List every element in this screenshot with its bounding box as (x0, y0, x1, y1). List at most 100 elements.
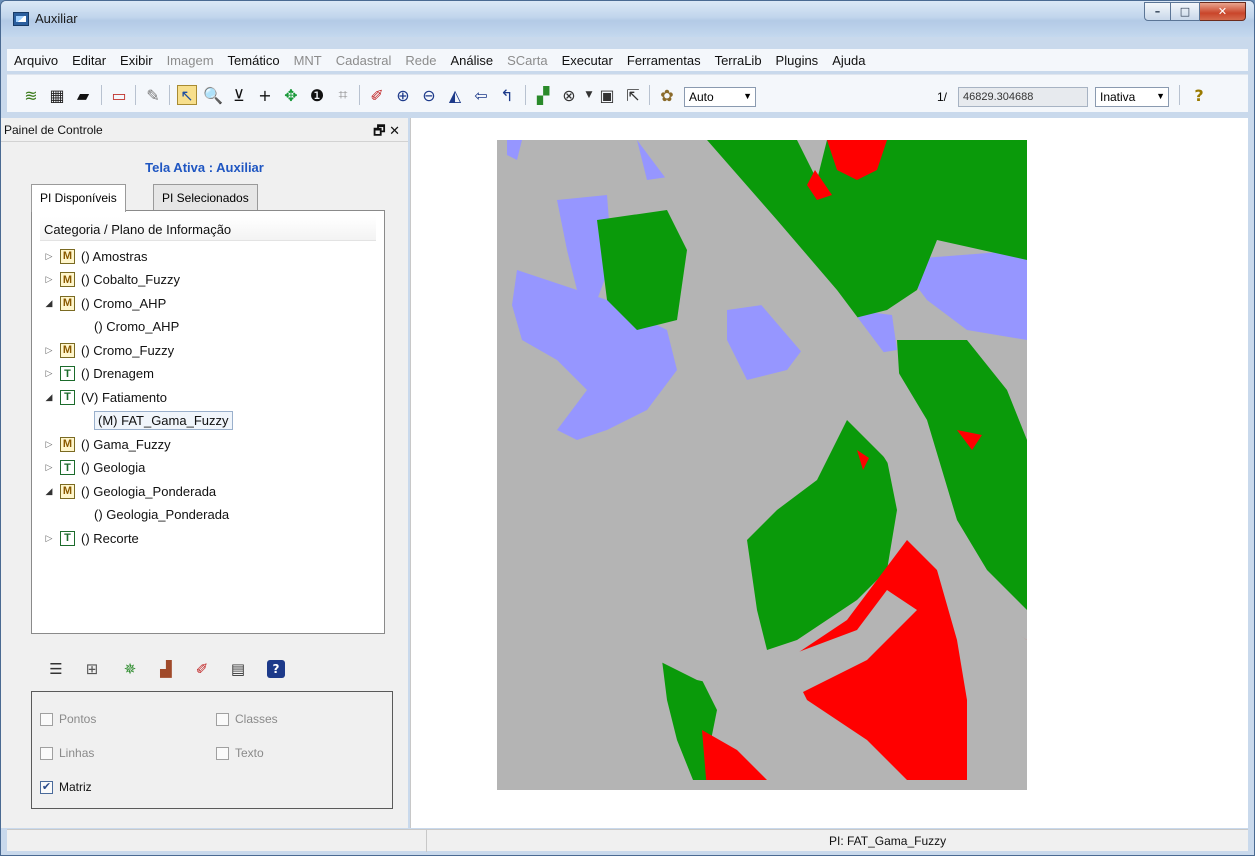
back-arrow-icon[interactable]: ⇦ (471, 85, 491, 105)
texto-checkbox[interactable]: Texto (216, 746, 264, 760)
measure-icon[interactable]: ⊻ (229, 85, 249, 105)
grid-icon[interactable]: ▦ (47, 85, 67, 105)
palette-icon[interactable]: ✿ (657, 85, 677, 105)
tree-item-label: () Cromo_Fuzzy (81, 342, 175, 358)
menu-scarta[interactable]: SCarta (500, 53, 554, 68)
tree-item[interactable]: ▷ M () Cobalto_Fuzzy (42, 269, 180, 291)
chart-icon[interactable]: ✵ (121, 660, 139, 678)
tree-child-item[interactable]: () Geologia_Ponderada (94, 504, 229, 526)
tree-child-item[interactable]: (M) FAT_Gama_Fuzzy (94, 410, 233, 432)
collapsed-arrow-icon[interactable]: ▷ (42, 533, 56, 544)
zoom-previous-icon[interactable]: ◭ (445, 85, 465, 105)
matrix-layer-icon: M (60, 342, 75, 358)
ruler-icon[interactable]: ⌗ (333, 85, 353, 105)
title-bar[interactable]: Auxiliar – □ ✕ (1, 1, 1254, 37)
tab-pi-disponiveis[interactable]: PI Disponíveis (31, 184, 126, 212)
window-controls: – □ ✕ (1144, 2, 1246, 21)
pontos-checkbox[interactable]: Pontos (40, 712, 96, 726)
matrix-layer-icon: M (60, 483, 75, 499)
expanded-arrow-icon[interactable]: ◢ (42, 392, 56, 403)
help-icon[interactable]: ? (1189, 85, 1209, 105)
map-canvas[interactable] (410, 118, 1248, 828)
cursor-plus-icon[interactable]: ⇱ (623, 85, 643, 105)
tree-item[interactable]: ▷ M () Amostras (42, 245, 147, 267)
scale-mode-select[interactable]: Auto ▼ (684, 87, 756, 107)
linhas-checkbox[interactable]: Linhas (40, 746, 94, 760)
tree-item-label: (V) Fatiamento (81, 389, 167, 405)
tree-item[interactable]: ▷ T () Drenagem (42, 363, 154, 385)
tree-item-label: () Geologia_Ponderada (94, 507, 230, 522)
matriz-checkbox[interactable]: ✔ Matriz (40, 780, 92, 794)
expanded-arrow-icon[interactable]: ◢ (42, 298, 56, 309)
zoom-area-icon[interactable]: 🔍 (203, 85, 223, 105)
tree-child-item[interactable]: () Cromo_AHP (94, 316, 179, 338)
map-bottom-edge (497, 780, 1027, 790)
zoom-out-icon[interactable]: ⊖ (419, 85, 439, 105)
menu-ferramentas[interactable]: Ferramentas (620, 53, 708, 68)
tree-item[interactable]: ▷ T () Recorte (42, 527, 139, 549)
undo-icon[interactable]: ↰ (497, 85, 517, 105)
tree-item-label: () Amostras (81, 248, 148, 264)
bar-chart-icon[interactable]: ▟ (157, 660, 175, 678)
menu-mnt[interactable]: MNT (287, 53, 329, 68)
display-options: Pontos Classes Linhas Texto ✔ Matriz (31, 691, 393, 809)
minimize-button[interactable]: – (1144, 2, 1171, 21)
menu-rede[interactable]: Rede (398, 53, 443, 68)
scale-input[interactable]: 46829.304688 (958, 87, 1088, 107)
chevron-down-icon[interactable]: ▼ (579, 85, 599, 105)
help-icon[interactable]: ? (267, 660, 285, 678)
list-icon[interactable]: ☰ (47, 660, 65, 678)
menu-executar[interactable]: Executar (555, 53, 620, 68)
polygon-icon[interactable]: ▰ (73, 85, 93, 105)
collapsed-arrow-icon[interactable]: ▷ (42, 345, 56, 356)
tab-pi-selecionados[interactable]: PI Selecionados (153, 184, 258, 210)
menu-cadastral[interactable]: Cadastral (329, 53, 399, 68)
eraser-icon[interactable]: ✎ (143, 85, 163, 105)
status-cell-left (7, 830, 427, 852)
menu-imagem[interactable]: Imagem (160, 53, 221, 68)
properties-icon[interactable]: ▤ (229, 660, 247, 678)
thematic-map[interactable] (497, 140, 1027, 790)
display-icon[interactable]: ▣ (597, 85, 617, 105)
menu-tematico[interactable]: Temático (221, 53, 287, 68)
edit-icon[interactable]: ✐ (193, 660, 211, 678)
classes-checkbox[interactable]: Classes (216, 712, 278, 726)
tree-item[interactable]: ◢ T (V) Fatiamento (42, 386, 167, 408)
info-icon[interactable]: ❶ (307, 85, 327, 105)
maximize-button[interactable]: □ (1171, 2, 1200, 21)
menu-plugins[interactable]: Plugins (769, 53, 826, 68)
state-select[interactable]: Inativa ▼ (1095, 87, 1169, 107)
tree-item[interactable]: ◢ M () Geologia_Ponderada (42, 480, 216, 502)
menu-analise[interactable]: Análise (443, 53, 500, 68)
menu-terralib[interactable]: TerraLib (708, 53, 769, 68)
tree-item[interactable]: ▷ M () Cromo_Fuzzy (42, 339, 174, 361)
pen-icon[interactable]: ✐ (367, 85, 387, 105)
tree-item-label: (M) FAT_Gama_Fuzzy (94, 411, 233, 430)
menu-ajuda[interactable]: Ajuda (825, 53, 872, 68)
tree-item[interactable]: ▷ M () Gama_Fuzzy (42, 433, 171, 455)
table-icon[interactable]: ⊞ (83, 660, 101, 678)
tree-item-label: () Drenagem (81, 366, 154, 381)
collapsed-arrow-icon[interactable]: ▷ (42, 439, 56, 450)
window-icon[interactable]: ▭ (109, 85, 129, 105)
zoom-scale-icon[interactable]: ⊗ (559, 85, 579, 105)
pointer-info-icon[interactable]: ↖ (177, 85, 197, 105)
collapsed-arrow-icon[interactable]: ▷ (42, 368, 56, 379)
collapsed-arrow-icon[interactable]: ▷ (42, 462, 56, 473)
collapsed-arrow-icon[interactable]: ▷ (42, 251, 56, 262)
menu-editar[interactable]: Editar (65, 53, 113, 68)
menu-exibir[interactable]: Exibir (113, 53, 160, 68)
raster-icon[interactable]: ▞ (533, 85, 553, 105)
chevron-down-icon: ▼ (1156, 91, 1165, 101)
zoom-in-icon[interactable]: ⊕ (393, 85, 413, 105)
layers-icon[interactable]: ≋ (21, 85, 41, 105)
cross-icon[interactable]: + (255, 85, 275, 105)
tree-item[interactable]: ▷ T () Geologia (42, 457, 145, 479)
panel-float-close-buttons[interactable]: 🗗 ✕ (373, 122, 400, 144)
pan-icon[interactable]: ✥ (281, 85, 301, 105)
collapsed-arrow-icon[interactable]: ▷ (42, 274, 56, 285)
close-button[interactable]: ✕ (1200, 2, 1246, 21)
tree-item[interactable]: ◢ M () Cromo_AHP (42, 292, 166, 314)
menu-arquivo[interactable]: Arquivo (7, 53, 65, 68)
expanded-arrow-icon[interactable]: ◢ (42, 486, 56, 497)
